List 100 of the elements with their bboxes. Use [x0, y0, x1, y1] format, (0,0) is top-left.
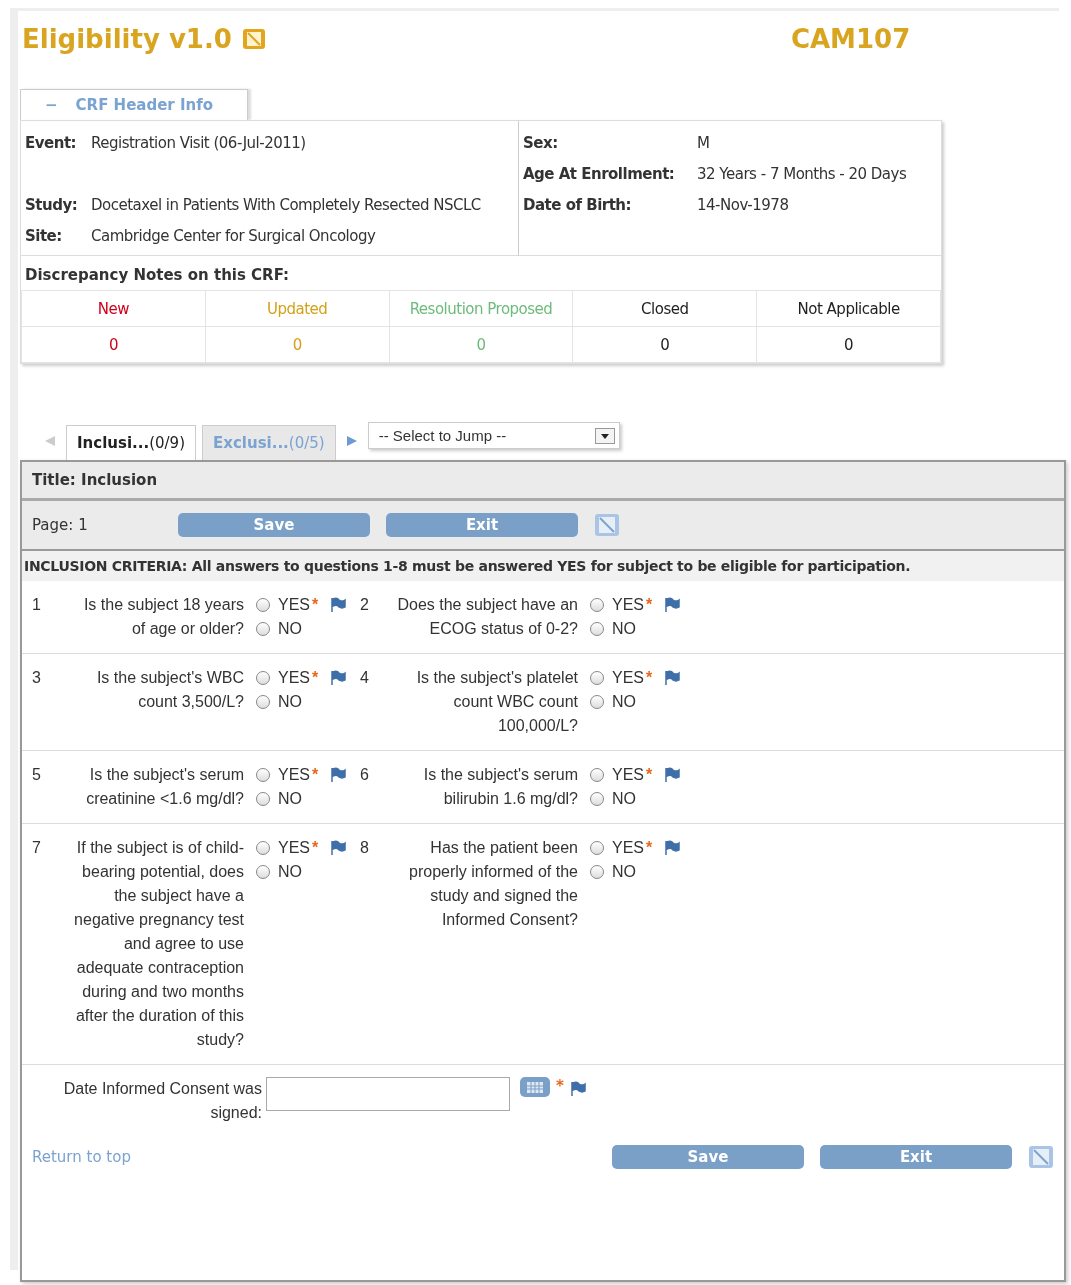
flag-icon[interactable] — [569, 1081, 586, 1097]
jump-select[interactable]: -- Select to Jump -- — [367, 422, 620, 449]
required-mark: * — [312, 838, 319, 858]
radio-button[interactable] — [590, 768, 604, 782]
radio-button[interactable] — [590, 841, 604, 855]
field-value: 14-Nov-1978 — [697, 195, 789, 214]
field-label: Study: — [25, 195, 79, 214]
flag-icon[interactable] — [664, 840, 680, 856]
radio-button[interactable] — [590, 792, 604, 806]
option-label: YES — [278, 838, 310, 858]
save-button[interactable]: Save — [178, 513, 370, 537]
save-button[interactable]: Save — [612, 1145, 804, 1169]
right-arrow-icon[interactable] — [345, 435, 358, 447]
question-number: 2 — [360, 595, 370, 615]
option-label: YES — [278, 595, 310, 615]
question-text: If the subject is of child-bearing potential, does the subject have a negative pregnancy test and agree to use adequate contraception during and two months after the duration of this study? — [73, 838, 244, 1050]
question-number: 1 — [32, 595, 42, 615]
question-number: 4 — [360, 668, 370, 688]
required-mark: * — [646, 838, 653, 858]
left-arrow-icon[interactable] — [44, 435, 56, 447]
option-label: NO — [278, 862, 302, 882]
flag-icon[interactable] — [330, 767, 346, 783]
question-number: 3 — [32, 668, 42, 688]
discrepancy-notes-title: Discrepancy Notes on this CRF: — [24, 265, 291, 286]
flag-icon[interactable] — [330, 840, 346, 856]
question-text: Is the subject's WBC count 3,500/L? — [95, 668, 244, 712]
option-label: NO — [612, 619, 636, 639]
table-cell: 0 — [756, 326, 941, 363]
flag-icon[interactable] — [330, 597, 346, 613]
radio-button[interactable] — [256, 768, 270, 782]
date-label: Date Informed Consent was signed: — [62, 1079, 262, 1123]
required-mark: * — [312, 595, 319, 615]
option-label: NO — [612, 862, 636, 882]
radio-button[interactable] — [590, 598, 604, 612]
question-number: 7 — [32, 838, 42, 858]
radio-button[interactable] — [590, 865, 604, 879]
option-label: YES — [278, 668, 310, 688]
table-cell: 0 — [572, 326, 757, 363]
flag-icon[interactable] — [664, 597, 680, 613]
question-text: Does the subject have an ECOG status of 0-2? — [396, 595, 578, 639]
question-text: Is the subject's serum creatinine <1.6 mg/dl? — [85, 765, 244, 809]
radio-button[interactable] — [256, 671, 270, 685]
section-title: Title: Inclusion — [22, 462, 1064, 501]
crf-header-toggle[interactable]: − CRF Header Info — [20, 89, 248, 120]
field-value: M — [697, 133, 710, 152]
question-text: Is the subject 18 years of age or older? — [82, 595, 244, 639]
option-label: NO — [612, 692, 636, 712]
table-header: New — [21, 290, 206, 327]
required-mark: * — [646, 595, 653, 615]
subject-id: CAM107 — [790, 24, 911, 54]
radio-button[interactable] — [590, 695, 604, 709]
exit-button[interactable]: Exit — [386, 513, 578, 537]
radio-button[interactable] — [256, 865, 270, 879]
field-value: Registration Visit (06-Jul-2011) — [91, 133, 306, 152]
date-input[interactable] — [266, 1077, 510, 1111]
radio-button[interactable] — [256, 792, 270, 806]
flag-icon[interactable] — [664, 767, 680, 783]
section-tab[interactable]: Inclusi...(0/9) — [66, 425, 196, 460]
question-number: 6 — [360, 765, 370, 785]
option-label: YES — [278, 765, 310, 785]
required-mark: * — [646, 668, 653, 688]
field-value: Docetaxel in Patients With Completely Resected NSCLC — [91, 195, 481, 214]
field-label: Age At Enrollment: — [523, 164, 676, 183]
required-mark: * — [312, 668, 319, 688]
radio-button[interactable] — [256, 695, 270, 709]
field-label: Sex: — [523, 133, 559, 152]
section-tab[interactable]: Exclusi...(0/5) — [202, 425, 336, 460]
exit-button[interactable]: Exit — [820, 1145, 1012, 1169]
page-number: Page: 1 — [32, 516, 89, 534]
radio-button[interactable] — [590, 622, 604, 636]
table-header: Not Applicable — [756, 290, 941, 327]
radio-button[interactable] — [256, 622, 270, 636]
calendar-icon[interactable] — [520, 1077, 550, 1097]
flag-icon[interactable] — [330, 670, 346, 686]
option-label: NO — [278, 619, 302, 639]
table-header: Resolution Proposed — [389, 290, 573, 327]
radio-button[interactable] — [256, 598, 270, 612]
field-value: Cambridge Center for Surgical Oncology — [91, 226, 376, 245]
print-icon[interactable] — [594, 513, 620, 537]
question-text: Is the subject's platelet count WBC count 100,000/L? — [415, 668, 578, 736]
flag-icon[interactable] — [664, 670, 680, 686]
field-label: Site: — [25, 226, 63, 245]
option-label: NO — [278, 789, 302, 809]
table-header: Closed — [572, 290, 757, 327]
field-value: 32 Years - 7 Months - 20 Days — [697, 164, 907, 183]
field-label: Date of Birth: — [523, 195, 632, 214]
required-mark: * — [556, 1077, 564, 1095]
question-text: Has the patient been properly informed of the study and signed the Informed Consent? — [408, 838, 578, 930]
table-cell: 0 — [205, 326, 390, 363]
option-label: NO — [612, 789, 636, 809]
radio-button[interactable] — [256, 841, 270, 855]
required-mark: * — [646, 765, 653, 785]
table-cell: 0 — [389, 326, 573, 363]
print-icon[interactable] — [1028, 1145, 1054, 1169]
instructions-text: INCLUSION CRITERIA: All answers to questions 1-8 must be answered YES for subject to be eligible for participation. — [22, 551, 1064, 581]
radio-button[interactable] — [590, 671, 604, 685]
option-label: NO — [278, 692, 302, 712]
notebook-icon[interactable] — [241, 28, 266, 50]
question-text: Is the subject's serum bilirubin 1.6 mg/dl? — [422, 765, 578, 809]
return-to-top-link[interactable]: Return to top — [32, 1148, 131, 1166]
